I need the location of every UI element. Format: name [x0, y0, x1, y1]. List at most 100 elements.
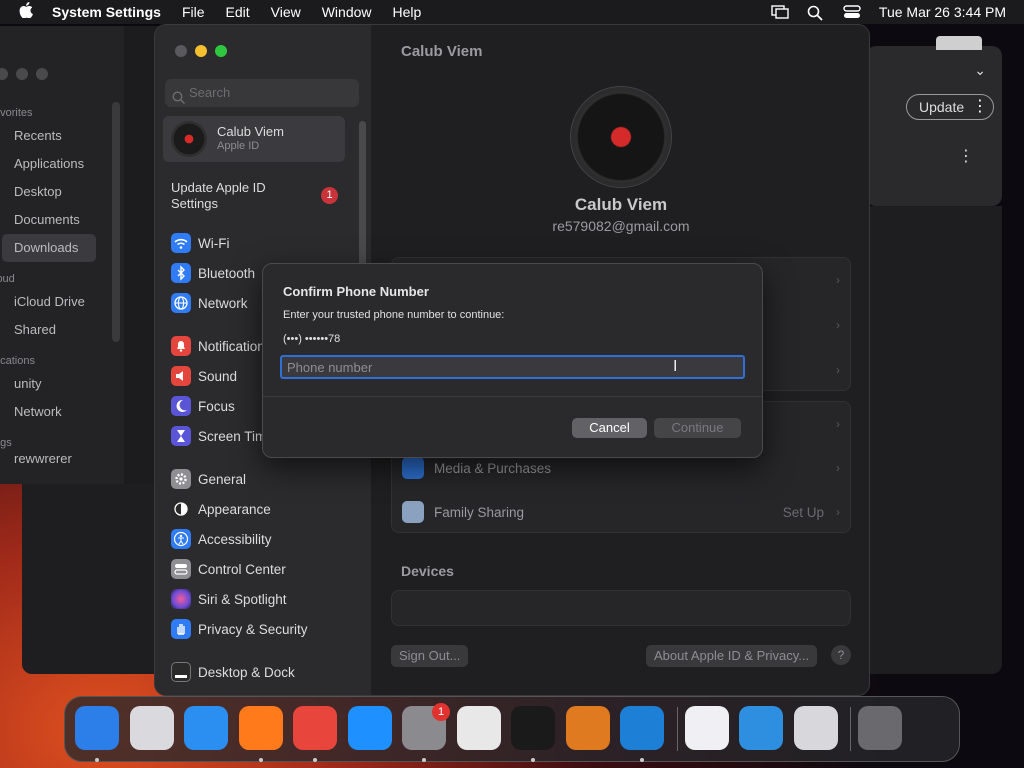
dock-separator: [850, 707, 851, 751]
weather-icon[interactable]: [739, 706, 783, 750]
sidebar-item-network[interactable]: Network: [171, 290, 248, 316]
sidebar-item-wifi[interactable]: Wi-Fi: [171, 230, 229, 256]
app-store-icon[interactable]: [347, 706, 392, 750]
set-up-link[interactable]: Set Up: [783, 505, 824, 520]
chevron-down-icon[interactable]: ⌄: [974, 62, 986, 79]
sidebar-item-label: Wi-Fi: [198, 235, 230, 251]
finder-item-desktop[interactable]: Desktop: [0, 178, 118, 206]
terminal-icon[interactable]: [511, 706, 555, 750]
siri-icon: [171, 589, 191, 609]
apple-menu-icon[interactable]: [0, 1, 52, 23]
sidebar-item-label: Appearance: [198, 501, 271, 517]
text-cursor-icon: I: [673, 358, 678, 375]
finder-icon[interactable]: [75, 706, 119, 750]
appearance-icon: [171, 499, 191, 519]
screen-mirroring-icon[interactable]: [771, 5, 789, 19]
vscode-icon[interactable]: [620, 706, 664, 750]
help-button[interactable]: ?: [831, 645, 851, 665]
notification-badge: 1: [432, 703, 450, 721]
sidebar-item-label: Network: [198, 295, 248, 311]
account-subtitle: Apple ID: [217, 140, 260, 152]
profile-avatar[interactable]: [571, 87, 671, 187]
sidebar-item-label: Privacy & Security: [198, 621, 308, 637]
running-indicator: [258, 758, 263, 762]
downloads-stack-icon[interactable]: [793, 706, 838, 750]
running-indicator: [640, 758, 644, 762]
minimize-button[interactable]: [195, 45, 207, 57]
sidebar-item-focus[interactable]: Focus: [171, 393, 235, 419]
sign-out-button[interactable]: Sign Out...: [391, 645, 469, 667]
garageband-icon[interactable]: [565, 706, 610, 750]
sidebar-item-accessibility[interactable]: Accessibility: [171, 526, 272, 552]
control-center-icon[interactable]: [843, 5, 861, 19]
sidebar-item-label: Accessibility: [198, 531, 272, 547]
window-controls: [175, 45, 227, 57]
update-apple-id-item[interactable]: Update Apple ID Settings: [171, 180, 301, 212]
menu-clock[interactable]: Tue Mar 26 3:44 PM: [879, 4, 1006, 20]
menu-file[interactable]: File: [182, 4, 205, 20]
finder-item-unity[interactable]: unity: [0, 370, 118, 398]
family-sharing-row[interactable]: Family Sharing Set Up ›: [392, 490, 852, 534]
finder-item-icloud-drive[interactable]: iCloud Drive: [0, 288, 118, 316]
sidebar-item-appearance[interactable]: Appearance: [171, 496, 271, 522]
finder-item-recents[interactable]: Recents: [0, 122, 118, 150]
more-options-icon[interactable]: ⋮: [958, 146, 974, 166]
menu-help[interactable]: Help: [393, 4, 422, 20]
menu-window[interactable]: Window: [322, 4, 372, 20]
menu-view[interactable]: View: [271, 4, 301, 20]
sidebar-item-control-center[interactable]: Control Center: [171, 556, 286, 582]
finder-item-applications[interactable]: Applications: [0, 150, 118, 178]
menu-bar: System Settings File Edit View Window He…: [0, 0, 1024, 24]
visual-studio-icon[interactable]: [684, 706, 729, 750]
trash-icon[interactable]: [858, 706, 902, 750]
finder-item-downloads[interactable]: Downloads: [2, 234, 96, 262]
cancel-button[interactable]: Cancel: [572, 418, 647, 438]
sidebar-item-label: Bluetooth: [198, 265, 256, 281]
settings-search-field[interactable]: Search: [165, 79, 359, 107]
launchpad-icon[interactable]: [129, 706, 174, 750]
sidebar-item-siri-spotlight[interactable]: Siri & Spotlight: [171, 586, 287, 612]
sidebar-item-general[interactable]: General: [171, 466, 246, 492]
chevron-right-icon: ›: [836, 273, 840, 287]
finder-item-documents[interactable]: Documents: [0, 206, 118, 234]
row-label: Family Sharing: [434, 504, 525, 520]
wifi-icon: [171, 233, 191, 253]
profile-email: re579082@gmail.com: [552, 218, 690, 234]
sidebar-item-desktop-dock[interactable]: Desktop & Dock: [171, 659, 295, 685]
sidebar-item-privacy-security[interactable]: Privacy & Security: [171, 616, 308, 642]
more-options-icon[interactable]: ⋮: [972, 96, 988, 116]
family-sharing-icon: [402, 501, 424, 523]
finder-section-favorites: avorites: [0, 107, 33, 119]
sidebar-item-screen-time[interactable]: Screen Time: [171, 423, 274, 449]
zoom-button[interactable]: [215, 45, 227, 57]
menu-app-name[interactable]: System Settings: [52, 4, 161, 20]
row-label: Media & Purchases: [434, 460, 552, 476]
sidebar-item-bluetooth[interactable]: Bluetooth: [171, 260, 255, 286]
finder-item-network[interactable]: Network: [0, 398, 118, 426]
moon-icon: [171, 396, 191, 416]
background-window-tab: [936, 36, 982, 50]
sidebar-item-sound[interactable]: Sound: [171, 363, 237, 389]
devices-heading: Devices: [401, 563, 454, 579]
continue-button[interactable]: Continue: [654, 418, 741, 438]
sidebar-item-label: Sound: [198, 368, 238, 384]
about-apple-id-button[interactable]: About Apple ID & Privacy...: [646, 645, 818, 667]
safari-icon[interactable]: [184, 706, 228, 750]
close-button[interactable]: [175, 45, 187, 57]
finder-item-shared[interactable]: Shared: [0, 316, 118, 344]
spotlight-search-icon[interactable]: [807, 5, 825, 21]
running-indicator: [422, 758, 426, 762]
chevron-right-icon: ›: [836, 417, 840, 431]
chevron-right-icon: ›: [836, 461, 840, 475]
menu-edit[interactable]: Edit: [226, 4, 250, 20]
sidebar-item-notifications[interactable]: Notifications: [171, 333, 272, 359]
account-name: Calub Viem: [217, 124, 284, 139]
sidebar-account[interactable]: Calub Viem Apple ID: [163, 116, 345, 162]
chrome-icon[interactable]: [293, 706, 337, 750]
accessibility-icon: [171, 529, 191, 549]
app-store-icon: [402, 457, 424, 479]
textedit-icon[interactable]: [456, 706, 501, 750]
finder-item-tag[interactable]: rewwrerer: [0, 452, 118, 466]
firefox-icon[interactable]: [238, 706, 283, 750]
control-center-icon: [171, 559, 191, 579]
